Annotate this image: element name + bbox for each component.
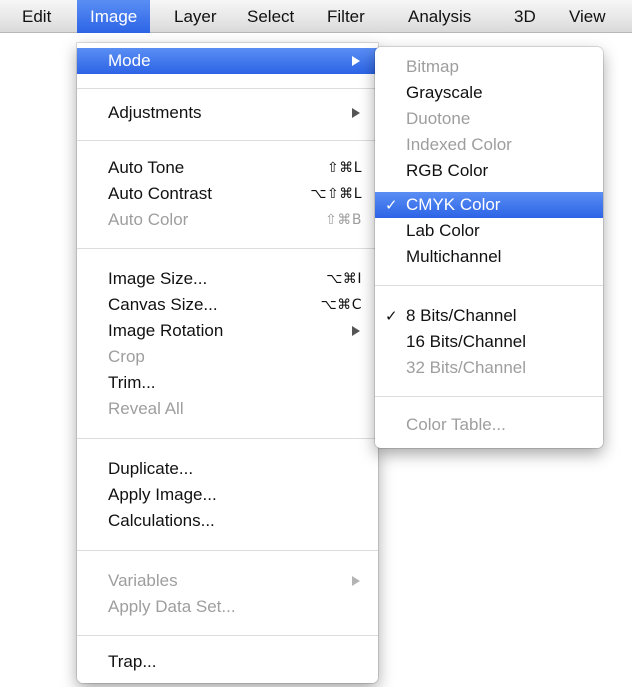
menu-item-label: Multichannel [406, 247, 502, 266]
menu-item-variables: Variables [77, 568, 378, 594]
menu-bar: Edit Image Layer Select Filter Analysis … [0, 0, 632, 33]
menu-item-label: Variables [108, 571, 178, 590]
submenu-arrow-icon [352, 576, 360, 586]
menu-separator [77, 248, 378, 249]
menu-item-label: Trap... [108, 652, 157, 671]
mode-submenu: Bitmap Grayscale Duotone Indexed Color R… [375, 47, 603, 448]
checkmark-icon: ✓ [385, 307, 398, 325]
menu-item-reveal-all: Reveal All [77, 396, 378, 422]
shortcut-label: ⇧⌘B [325, 212, 362, 228]
mode-item-multichannel[interactable]: Multichannel [375, 244, 603, 270]
mode-item-32-bits: 32 Bits/Channel [375, 355, 603, 381]
mode-item-rgb-color[interactable]: RGB Color [375, 158, 603, 184]
submenu-arrow-icon [352, 56, 360, 66]
menu-analysis[interactable]: Analysis [408, 0, 471, 33]
menu-item-label: 16 Bits/Channel [406, 332, 527, 351]
menu-item-label: Indexed Color [406, 135, 512, 154]
menu-separator [77, 635, 378, 636]
menu-item-label: Apply Image... [108, 485, 217, 504]
menu-item-crop: Crop [77, 344, 378, 370]
menu-item-label: CMYK Color [406, 195, 501, 214]
mode-item-lab-color[interactable]: Lab Color [375, 218, 603, 244]
menu-item-label: 8 Bits/Channel [406, 306, 517, 325]
menu-item-label: Color Table... [406, 415, 506, 434]
menu-item-label: Trim... [108, 373, 156, 392]
menu-item-auto-contrast[interactable]: Auto Contrast ⌥⇧⌘L [77, 181, 378, 207]
menu-item-canvas-size[interactable]: Canvas Size... ⌥⌘C [77, 292, 378, 318]
menu-item-label: Duotone [406, 109, 471, 128]
menu-item-label: Auto Tone [108, 158, 185, 177]
mode-item-indexed-color: Indexed Color [375, 132, 603, 158]
menu-item-label: 32 Bits/Channel [406, 358, 527, 377]
mode-item-cmyk-color[interactable]: ✓ CMYK Color [375, 192, 603, 218]
menu-separator [77, 550, 378, 551]
menu-item-label: Lab Color [406, 221, 480, 240]
menu-item-apply-data-set: Apply Data Set... [77, 594, 378, 620]
menu-separator [77, 438, 378, 439]
submenu-arrow-icon [352, 108, 360, 118]
menu-separator [375, 396, 603, 397]
menu-3d[interactable]: 3D [514, 0, 536, 33]
menu-separator [375, 285, 603, 286]
menu-item-label: Auto Color [108, 210, 189, 229]
menu-select[interactable]: Select [247, 0, 294, 33]
menu-item-label: Calculations... [108, 511, 215, 530]
mode-item-8-bits[interactable]: ✓ 8 Bits/Channel [375, 303, 603, 329]
menu-layer[interactable]: Layer [174, 0, 217, 33]
menu-item-image-size[interactable]: Image Size... ⌥⌘I [77, 266, 378, 292]
menu-separator [77, 140, 378, 141]
menu-item-label: Adjustments [108, 103, 202, 122]
menu-edit[interactable]: Edit [22, 0, 51, 33]
menu-item-label: Image Rotation [108, 321, 224, 340]
shortcut-label: ⌥⌘I [326, 271, 362, 287]
menu-item-trim[interactable]: Trim... [77, 370, 378, 396]
mode-item-color-table: Color Table... [375, 412, 603, 438]
menu-item-image-rotation[interactable]: Image Rotation [77, 318, 378, 344]
menu-item-label: Duplicate... [108, 459, 194, 478]
menu-item-label: Reveal All [108, 399, 184, 418]
menu-separator [77, 88, 378, 89]
shortcut-label: ⌥⇧⌘L [310, 186, 362, 202]
menu-item-label: Mode [108, 51, 151, 70]
menu-item-label: RGB Color [406, 161, 489, 180]
checkmark-icon: ✓ [385, 196, 398, 214]
mode-item-duotone: Duotone [375, 106, 603, 132]
mode-item-grayscale[interactable]: Grayscale [375, 80, 603, 106]
shortcut-label: ⌥⌘C [320, 297, 362, 313]
menu-item-mode[interactable]: Mode [77, 48, 378, 74]
menu-item-adjustments[interactable]: Adjustments [77, 100, 378, 126]
menu-item-label: Crop [108, 347, 145, 366]
screen: Edit Image Layer Select Filter Analysis … [0, 0, 632, 687]
menu-item-label: Image Size... [108, 269, 208, 288]
menu-item-apply-image[interactable]: Apply Image... [77, 482, 378, 508]
menu-view[interactable]: View [569, 0, 606, 33]
mode-item-16-bits[interactable]: 16 Bits/Channel [375, 329, 603, 355]
menu-item-auto-tone[interactable]: Auto Tone ⇧⌘L [77, 155, 378, 181]
menu-item-label: Grayscale [406, 83, 483, 102]
shortcut-label: ⇧⌘L [326, 160, 362, 176]
menu-item-label: Canvas Size... [108, 295, 218, 314]
menu-item-label: Apply Data Set... [108, 597, 236, 616]
menu-item-label: Bitmap [406, 57, 459, 76]
menu-item-calculations[interactable]: Calculations... [77, 508, 378, 534]
menu-filter[interactable]: Filter [327, 0, 365, 33]
mode-item-bitmap: Bitmap [375, 54, 603, 80]
menu-image[interactable]: Image [77, 0, 151, 33]
image-menu: Mode Adjustments Auto Tone ⇧⌘L Auto Cont… [77, 43, 378, 683]
menu-item-trap[interactable]: Trap... [77, 649, 378, 675]
submenu-arrow-icon [352, 326, 360, 336]
menu-item-auto-color: Auto Color ⇧⌘B [77, 207, 378, 233]
menu-item-duplicate[interactable]: Duplicate... [77, 456, 378, 482]
menu-item-label: Auto Contrast [108, 184, 212, 203]
